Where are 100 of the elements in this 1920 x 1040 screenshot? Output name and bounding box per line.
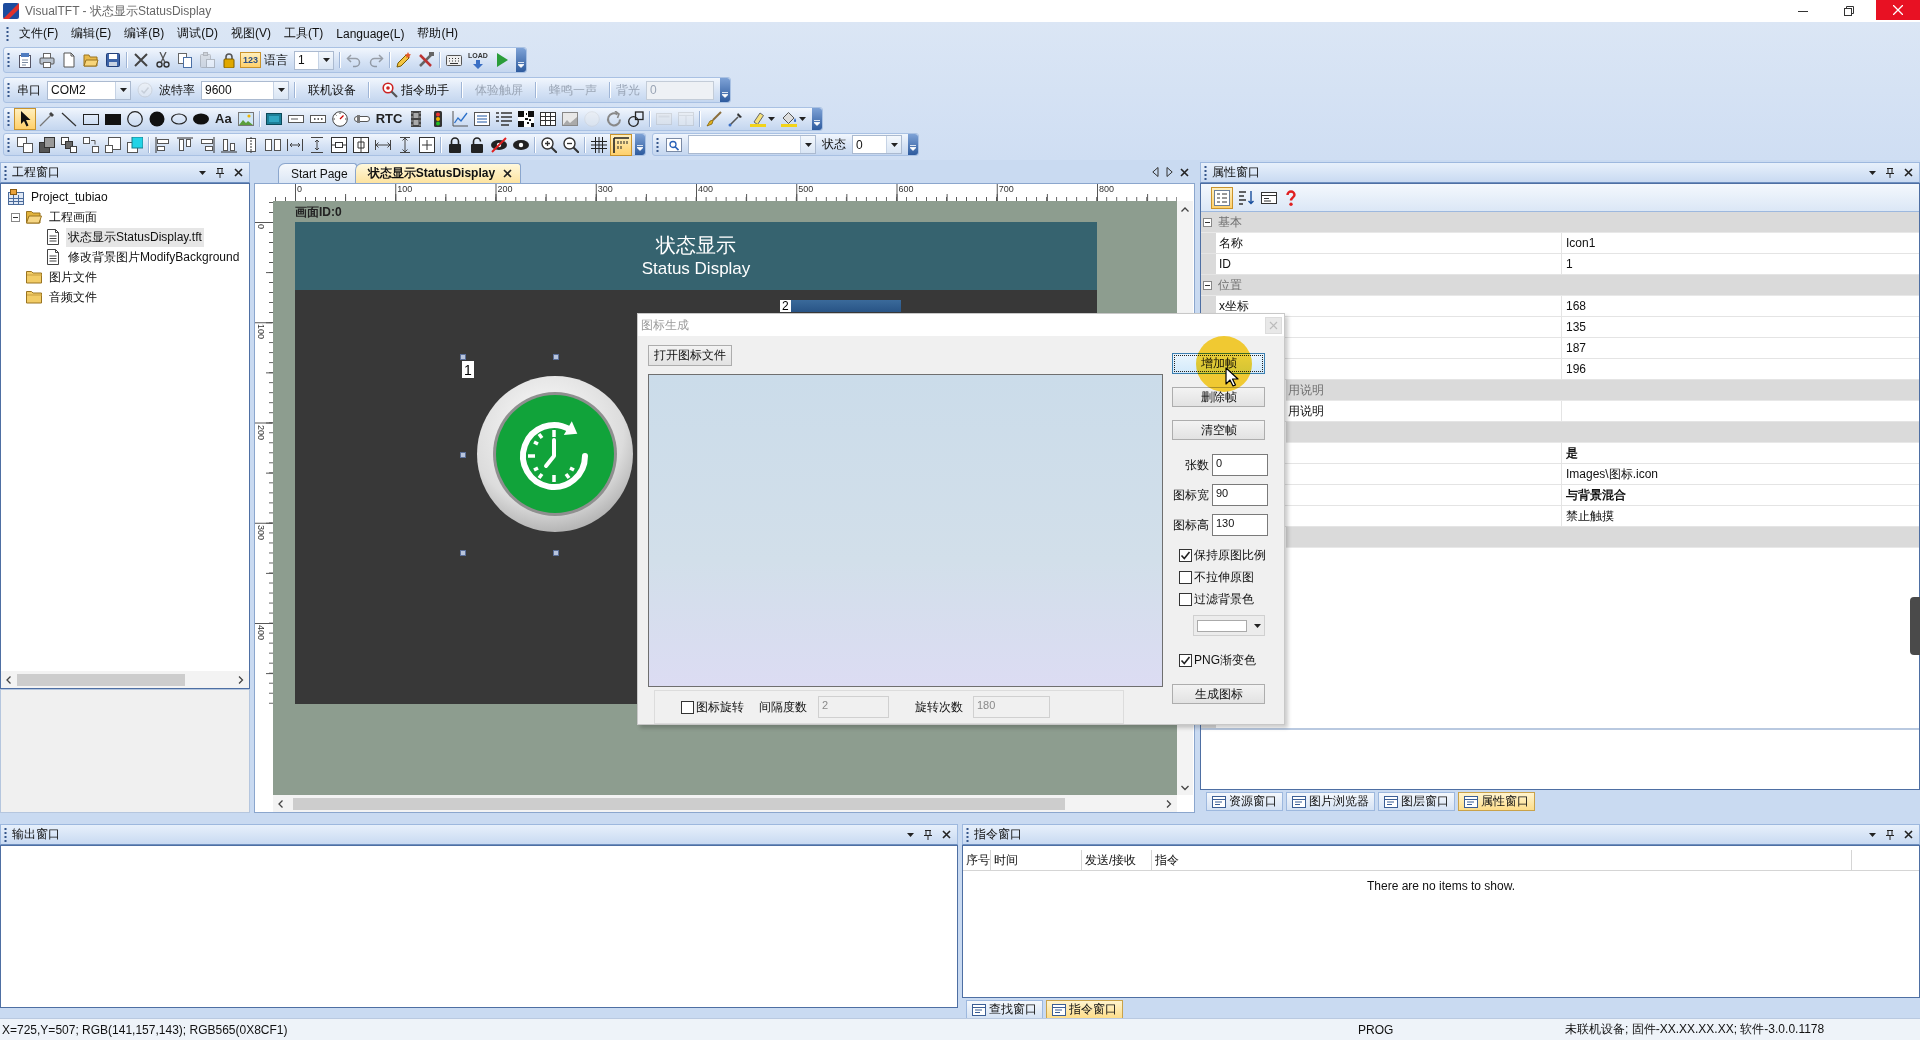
cascade-squares-icon[interactable] (61, 136, 77, 153)
button-widget-icon[interactable] (265, 111, 282, 127)
highlighter-icon[interactable] (750, 111, 767, 127)
delete-icon[interactable] (133, 52, 149, 68)
category-row[interactable]: 基本 (1201, 212, 1919, 233)
property-value[interactable]: Icon1 (1566, 236, 1596, 250)
selection-handle[interactable] (553, 354, 559, 360)
overlap-shapes-icon[interactable] (628, 111, 645, 127)
grip-icon[interactable] (656, 137, 659, 152)
connect-button[interactable]: 联机设备 (298, 79, 366, 101)
property-value[interactable]: 187 (1566, 341, 1587, 355)
horizontal-scrollbar[interactable] (273, 795, 1177, 812)
line-icon[interactable] (61, 111, 77, 127)
scroll-left-icon[interactable] (278, 799, 284, 808)
filled-rectangle-icon[interactable] (105, 111, 121, 127)
caret-icon[interactable] (800, 136, 815, 153)
sort-icon[interactable] (1239, 189, 1255, 206)
grip-icon[interactable] (1204, 165, 1207, 180)
paint-bucket-icon[interactable] (781, 111, 798, 127)
overflow-icon[interactable] (908, 134, 918, 155)
menu-item[interactable]: 调试(D) (171, 23, 224, 44)
overflow-icon[interactable] (515, 48, 526, 72)
column-header[interactable]: 时间 (994, 851, 1018, 869)
property-value[interactable]: 1 (1566, 257, 1573, 271)
close-icon[interactable] (234, 168, 243, 177)
overflow-icon[interactable] (720, 78, 730, 102)
unlock-icon[interactable] (469, 136, 485, 153)
caret-icon[interactable] (799, 117, 807, 121)
grip-icon[interactable] (4, 827, 7, 842)
scrollbar-thumb[interactable] (17, 673, 185, 686)
close-icon[interactable] (1904, 830, 1913, 839)
property-value[interactable]: 是 (1566, 444, 1578, 462)
property-value[interactable]: 禁止触摸 (1566, 507, 1614, 525)
panel-tab[interactable]: 资源窗口 (1206, 792, 1283, 811)
filled-ellipse-icon[interactable] (193, 111, 209, 127)
list-icon[interactable] (474, 111, 491, 127)
panel-tab[interactable]: 属性窗口 (1458, 792, 1535, 811)
grip-icon[interactable] (7, 112, 10, 126)
find-icon[interactable] (666, 136, 682, 153)
center-align-icon[interactable] (243, 136, 259, 153)
collapse-icon[interactable] (11, 212, 20, 222)
close-icon[interactable] (1180, 168, 1189, 177)
checkbox[interactable] (1179, 653, 1192, 667)
horizontal-scrollbar[interactable] (1, 671, 249, 688)
collapse-icon[interactable] (1203, 217, 1212, 227)
grip-icon[interactable] (7, 53, 10, 67)
gauge-icon[interactable] (331, 111, 348, 127)
selection-handle[interactable] (553, 550, 559, 556)
checkbox-label[interactable]: 图标旋转 (696, 698, 744, 716)
property-value[interactable]: Images\图标.icon (1566, 465, 1659, 483)
separate-squares-icon[interactable] (83, 136, 99, 153)
checkbox-label[interactable]: 不拉伸原图 (1194, 568, 1254, 586)
horizontal-spacing-icon[interactable] (287, 136, 303, 153)
scroll-right-icon[interactable] (238, 675, 244, 684)
open-folder-icon[interactable] (83, 52, 99, 68)
document-tab[interactable]: Start Page (278, 163, 357, 183)
align-right-icon[interactable] (199, 136, 215, 153)
scroll-right-icon[interactable] (1166, 167, 1173, 177)
dialog-button[interactable]: 删除帧 (1172, 387, 1265, 407)
tree-item[interactable]: Project_tubiao (29, 189, 110, 205)
vertical-spacing-icon[interactable] (309, 136, 325, 153)
side-handle[interactable] (1910, 597, 1920, 655)
close-button[interactable] (1876, 0, 1920, 20)
checkbox-label[interactable]: PNG渐变色 (1194, 651, 1256, 669)
copy-icon[interactable] (177, 52, 193, 68)
menu-item[interactable]: Language(L) (330, 24, 411, 43)
document-tab[interactable]: 状态显示StatusDisplay (354, 163, 522, 183)
text-tool-button[interactable]: Aa (215, 111, 232, 127)
new-project-icon[interactable] (17, 52, 33, 68)
port-dropdown[interactable]: COM2 (47, 80, 131, 100)
column-header[interactable]: 发送/接收 (1085, 851, 1137, 869)
close-icon[interactable] (942, 830, 951, 839)
panel-tab[interactable]: 图片浏览器 (1286, 792, 1375, 811)
crossed-tools-icon[interactable] (418, 52, 435, 68)
state-dropdown[interactable]: 0 (852, 135, 902, 154)
tree-item[interactable]: 修改背景图片ModifyBackground (66, 247, 242, 267)
align-left-icon[interactable] (155, 136, 171, 153)
language-dropdown[interactable]: 1 (294, 50, 335, 70)
restore-icon[interactable] (1844, 6, 1854, 16)
menu-item[interactable]: 文件(F) (13, 23, 65, 44)
checkbox-label[interactable]: 保持原图比例 (1194, 546, 1266, 564)
grip-icon[interactable] (4, 165, 7, 180)
generate-button[interactable]: 生成图标 (1172, 684, 1265, 704)
qr-code-icon[interactable] (518, 111, 535, 127)
circle-icon[interactable] (127, 111, 143, 127)
number-field[interactable]: 90 (1212, 484, 1268, 506)
checkbox[interactable] (1179, 570, 1192, 584)
selection-handle[interactable] (460, 452, 466, 458)
rotate-arrows-icon[interactable] (606, 111, 623, 127)
dropper-icon[interactable] (728, 111, 745, 127)
column-header[interactable]: 序号 (966, 851, 990, 869)
snap-grid-icon[interactable] (610, 133, 632, 156)
panel-tab[interactable]: 图层窗口 (1378, 792, 1455, 811)
scrollbar-thumb[interactable] (293, 797, 1065, 810)
checkbox[interactable] (681, 700, 694, 714)
close-icon[interactable] (1904, 168, 1913, 177)
category-row[interactable]: 位置 (1201, 275, 1919, 296)
plus-box-icon[interactable] (419, 136, 435, 153)
caret-icon[interactable] (886, 136, 901, 153)
selection-handle[interactable] (460, 550, 466, 556)
